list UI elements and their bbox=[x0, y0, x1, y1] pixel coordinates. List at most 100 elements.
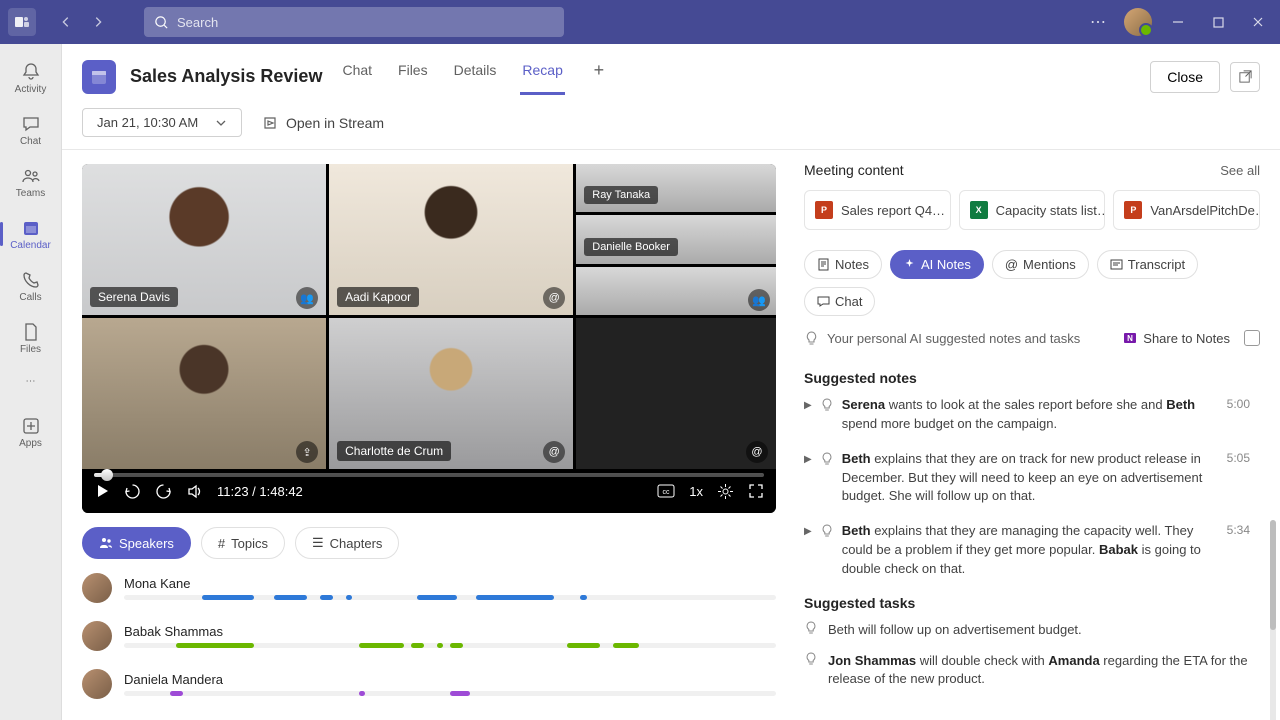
tab-chat-notes[interactable]: Chat bbox=[804, 287, 875, 316]
title-bar: ⋯ bbox=[0, 0, 1280, 44]
datetime-dropdown[interactable]: Jan 21, 10:30 AM bbox=[82, 108, 242, 137]
note-timestamp[interactable]: 5:34 bbox=[1227, 522, 1250, 579]
note-item: ▶ Beth explains that they are on track fo… bbox=[804, 450, 1250, 507]
bulb-icon bbox=[820, 524, 834, 579]
popout-button[interactable] bbox=[1230, 62, 1260, 92]
segment-speakers[interactable]: Speakers bbox=[82, 527, 191, 559]
user-avatar[interactable] bbox=[1124, 8, 1152, 36]
rail-activity[interactable]: Activity bbox=[3, 54, 59, 102]
minimize-button[interactable] bbox=[1164, 8, 1192, 36]
hash-icon: # bbox=[218, 536, 225, 551]
expand-caret-icon[interactable]: ▶ bbox=[804, 399, 812, 434]
rail-more[interactable]: ⋯ bbox=[3, 366, 59, 396]
video-controls: 11:23 / 1:48:42 cc 1x bbox=[82, 469, 776, 513]
fullscreen-button[interactable] bbox=[748, 483, 764, 499]
close-button[interactable]: Close bbox=[1150, 61, 1220, 93]
settings-button[interactable] bbox=[717, 483, 734, 500]
speaker-timeline[interactable] bbox=[124, 643, 776, 648]
speaker-row[interactable]: Babak Shammas bbox=[82, 621, 776, 651]
rail-calls[interactable]: Calls bbox=[3, 262, 59, 310]
speaker-timeline[interactable] bbox=[124, 595, 776, 600]
play-button[interactable] bbox=[94, 483, 110, 499]
speaker-timeline[interactable] bbox=[124, 691, 776, 696]
speaker-row[interactable]: Mona Kane bbox=[82, 573, 776, 603]
bulb-icon bbox=[804, 621, 818, 640]
mention-icon: @ bbox=[1005, 257, 1018, 272]
note-text: Beth explains that they are on track for… bbox=[842, 450, 1215, 507]
participant-tile: ⇪ bbox=[82, 318, 326, 469]
skip-back-button[interactable] bbox=[124, 483, 141, 500]
file-chip[interactable]: PSales report Q4… bbox=[804, 190, 951, 230]
participant-tile: Serena Davis👥 bbox=[82, 164, 326, 315]
search-input[interactable] bbox=[177, 15, 554, 30]
see-all-link[interactable]: See all bbox=[1220, 163, 1260, 178]
tab-recap[interactable]: Recap bbox=[520, 62, 564, 95]
share-to-notes-button[interactable]: N Share to Notes bbox=[1123, 330, 1260, 346]
stream-icon bbox=[262, 115, 278, 131]
expand-caret-icon[interactable]: ▶ bbox=[804, 525, 812, 579]
bulb-icon bbox=[820, 398, 834, 434]
note-timestamp[interactable]: 5:05 bbox=[1227, 450, 1250, 507]
skip-forward-button[interactable] bbox=[155, 483, 172, 500]
file-chip[interactable]: PVanArsdelPitchDe… bbox=[1113, 190, 1260, 230]
tab-details[interactable]: Details bbox=[452, 62, 499, 95]
participant-tile: Aadi Kapoor@ bbox=[329, 164, 573, 315]
speaker-name: Daniela Mandera bbox=[124, 672, 776, 687]
search-icon bbox=[154, 15, 169, 30]
sub-header: Jan 21, 10:30 AM Open in Stream bbox=[62, 96, 1280, 150]
calendar-chip-icon bbox=[82, 60, 116, 94]
excel-icon: X bbox=[970, 201, 988, 219]
nav-back-button[interactable] bbox=[52, 8, 80, 36]
search-box[interactable] bbox=[144, 7, 564, 37]
rail-chat[interactable]: Chat bbox=[3, 106, 59, 154]
tab-notes[interactable]: Notes bbox=[804, 250, 882, 279]
meeting-files: PSales report Q4…XCapacity stats list…PV… bbox=[804, 190, 1260, 230]
tab-mentions[interactable]: @Mentions bbox=[992, 250, 1089, 279]
tab-files[interactable]: Files bbox=[396, 62, 430, 95]
close-window-button[interactable] bbox=[1244, 8, 1272, 36]
speakers-list: Mona Kane Babak Shammas Daniela Mandera bbox=[82, 573, 776, 706]
ai-hint-row: Your personal AI suggested notes and tas… bbox=[804, 330, 1260, 346]
segment-topics[interactable]: #Topics bbox=[201, 527, 285, 559]
suggested-tasks-title: Suggested tasks bbox=[804, 595, 1250, 611]
captions-button[interactable]: cc bbox=[657, 484, 675, 498]
rail-files[interactable]: Files bbox=[3, 314, 59, 362]
notes-body: Suggested notes ▶ Serena wants to look at… bbox=[804, 362, 1260, 706]
scrollbar[interactable] bbox=[1270, 520, 1276, 720]
volume-button[interactable] bbox=[186, 483, 203, 500]
share-icon: ⇪ bbox=[296, 441, 318, 463]
rail-calendar[interactable]: Calendar bbox=[3, 210, 59, 258]
video-time: 11:23 / 1:48:42 bbox=[217, 484, 303, 499]
note-text: Beth explains that they are managing the… bbox=[842, 522, 1215, 579]
tab-transcript[interactable]: Transcript bbox=[1097, 250, 1198, 279]
note-timestamp[interactable]: 5:00 bbox=[1227, 396, 1250, 434]
tab-chat[interactable]: Chat bbox=[340, 62, 374, 95]
file-chip[interactable]: XCapacity stats list… bbox=[959, 190, 1106, 230]
segment-chapters[interactable]: ☰Chapters bbox=[295, 527, 399, 559]
tab-ai-notes[interactable]: AI Notes bbox=[890, 250, 984, 279]
expand-caret-icon[interactable]: ▶ bbox=[804, 453, 812, 507]
nav-forward-button[interactable] bbox=[84, 8, 112, 36]
speed-button[interactable]: 1x bbox=[689, 484, 703, 499]
rail-apps[interactable]: Apps bbox=[3, 408, 59, 456]
video-player[interactable]: Serena Davis👥 Aadi Kapoor@ Ray Tanaka Da… bbox=[82, 164, 776, 513]
note-text: Serena wants to look at the sales report… bbox=[842, 396, 1215, 434]
bulb-icon bbox=[820, 452, 834, 507]
copy-icon[interactable] bbox=[1244, 330, 1260, 346]
participant-tile: Charlotte de Crum@ bbox=[329, 318, 573, 469]
chevron-down-icon bbox=[215, 117, 227, 129]
notes-icon bbox=[817, 258, 830, 271]
maximize-button[interactable] bbox=[1204, 8, 1232, 36]
suggested-notes-title: Suggested notes bbox=[804, 370, 1250, 386]
powerpoint-icon: P bbox=[815, 201, 833, 219]
more-options-button[interactable]: ⋯ bbox=[1084, 8, 1112, 36]
speaker-name: Mona Kane bbox=[124, 576, 776, 591]
add-tab-button[interactable]: + bbox=[587, 58, 611, 82]
svg-text:cc: cc bbox=[663, 489, 671, 496]
speaker-name: Babak Shammas bbox=[124, 624, 776, 639]
task-item: Jon Shammas will double check with Amand… bbox=[804, 652, 1250, 690]
open-in-stream-link[interactable]: Open in Stream bbox=[262, 115, 384, 131]
rail-teams[interactable]: Teams bbox=[3, 158, 59, 206]
speaker-row[interactable]: Daniela Mandera bbox=[82, 669, 776, 699]
meeting-tabs: Chat Files Details Recap + bbox=[340, 58, 610, 95]
